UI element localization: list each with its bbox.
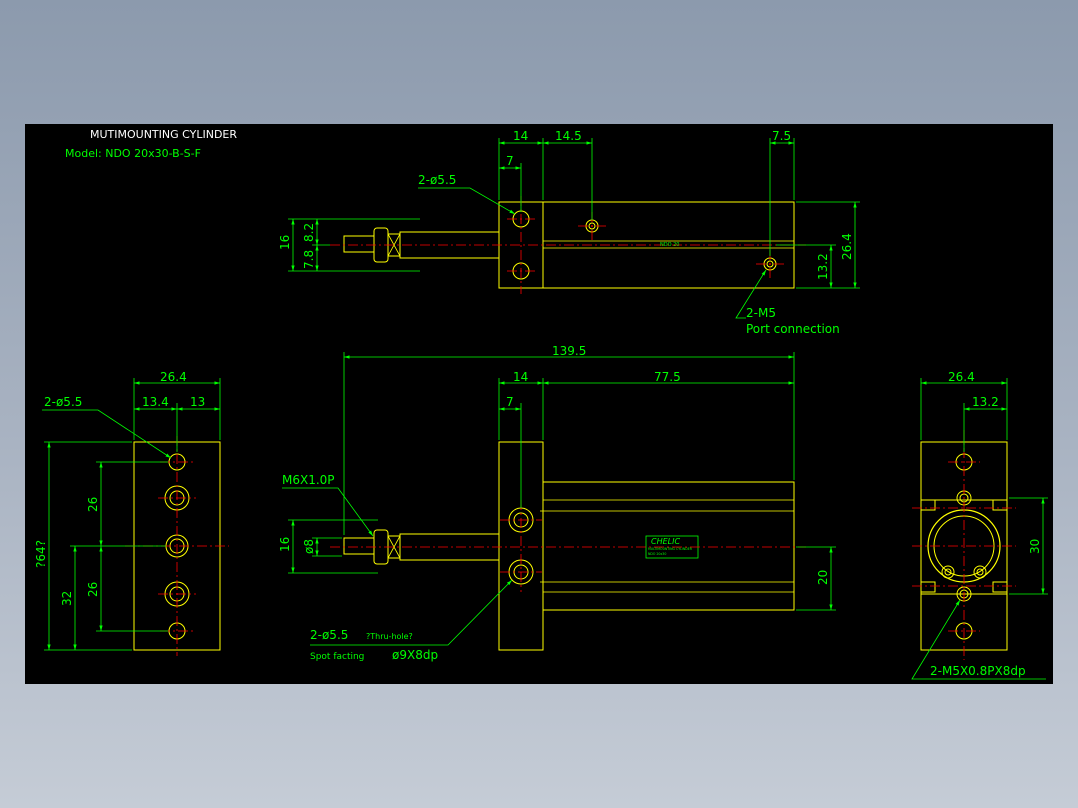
drawing-sheet: MUTIMOUNTING CYLINDER Model: NDO 20x30-B… (25, 124, 1053, 684)
left-hole-callout: 2-ø5.5 (44, 395, 82, 409)
left-dim-13: 13 (190, 395, 205, 409)
left-dim-26-a: 26 (86, 497, 100, 512)
top-body-label: NDO 20 (660, 242, 679, 248)
front-spot-dim: ø9X8dp (392, 648, 438, 662)
right-view: 26.4 13.2 30 2-M5X0.8PX8dp (911, 370, 1048, 680)
top-dim-14: 14 (513, 129, 528, 143)
cad-drawing: MUTIMOUNTING CYLINDER Model: NDO 20x30-B… (34, 128, 1048, 680)
left-dim-26-b: 26 (86, 582, 100, 597)
front-dim-phi8: ø8 (302, 539, 316, 554)
top-port-note: Port connection (746, 322, 840, 336)
front-dim-7: 7 (506, 395, 514, 409)
right-dim-13-2: 13.2 (972, 395, 999, 409)
nameplate-line2: NDO 20x30 (648, 552, 666, 556)
right-dim-26-4: 26.4 (948, 370, 975, 384)
top-dim-8-2: 8.2 (302, 223, 316, 242)
left-dim-32: 32 (60, 591, 74, 606)
left-dim-26-4: 26.4 (160, 370, 187, 384)
front-rod (399, 533, 500, 561)
nameplate-line1: MULTIMOUNTING CYLINDER (648, 547, 693, 551)
top-dim-14-5: 14.5 (555, 129, 582, 143)
front-hole-note: ?Thru-hole? (366, 632, 413, 641)
front-dim-20: 20 (816, 570, 830, 585)
top-dim-7-8: 7.8 (302, 250, 316, 269)
top-dim-26-4: 26.4 (840, 233, 854, 260)
title-line2: Model: NDO 20x30-B-S-F (65, 147, 201, 160)
top-dim-16: 16 (278, 235, 292, 250)
front-thread-callout: M6X1.0P (282, 473, 335, 487)
front-body-outline (542, 481, 795, 611)
front-view: CHELIC MULTIMOUNTING CYLINDER NDO 20x30 (278, 344, 836, 662)
front-spot-note: Spot facting (310, 652, 364, 662)
left-dim-13-4: 13.4 (142, 395, 169, 409)
top-port-callout: 2-M5 (746, 306, 776, 320)
front-hole-callout: 2-ø5.5 (310, 628, 348, 642)
top-rod-end (343, 235, 375, 253)
top-rod (399, 231, 500, 259)
front-dim-139-5: 139.5 (552, 344, 586, 358)
top-hole-callout: 2-ø5.5 (418, 173, 456, 187)
left-dim-64: ?64? (34, 540, 48, 568)
title-line1: MUTIMOUNTING CYLINDER (90, 128, 237, 141)
top-dim-7-5: 7.5 (772, 129, 791, 143)
front-dim-14: 14 (513, 370, 528, 384)
top-dim-13-2: 13.2 (816, 253, 830, 280)
front-dim-77-5: 77.5 (654, 370, 681, 384)
top-dim-7: 7 (506, 154, 514, 168)
top-view: NDO 20 14 14.5 7.5 7 2-ø5.5 16 7.8 8.2 2… (278, 129, 860, 336)
nameplate-brand: CHELIC (651, 537, 680, 546)
left-view: 26.4 13.4 13 2-ø5.5 ?64? 26 26 32 (34, 370, 229, 656)
front-rod-end (343, 537, 375, 555)
right-thread-callout: 2-M5X0.8PX8dp (930, 664, 1026, 678)
front-dim-16: 16 (278, 537, 292, 552)
right-dim-30: 30 (1028, 539, 1042, 554)
